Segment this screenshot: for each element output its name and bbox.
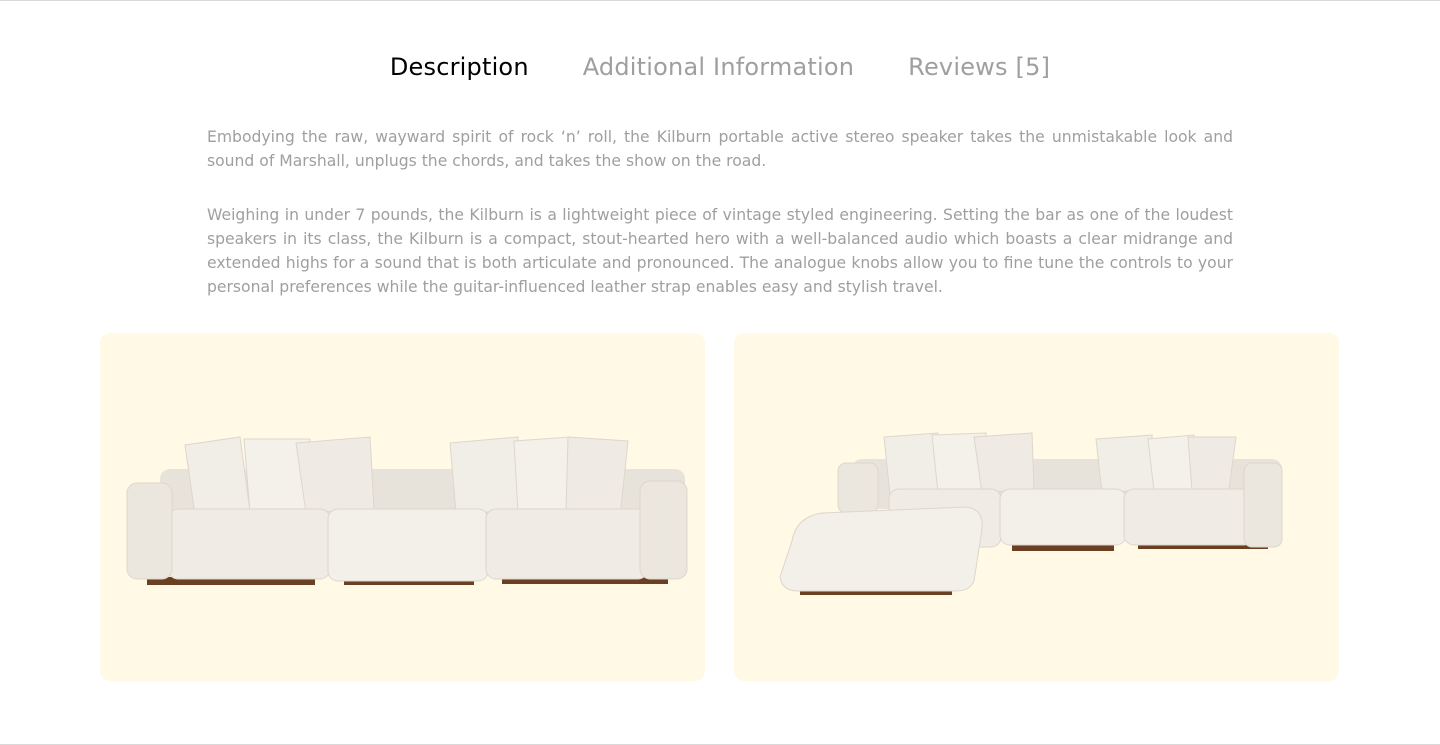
tab-description[interactable]: Description [390, 51, 529, 83]
description-paragraph-1: Embodying the raw, wayward spirit of roc… [207, 128, 1233, 170]
product-gallery [100, 333, 1339, 681]
gallery-card-1[interactable] [100, 333, 705, 681]
description-paragraph-2: Weighing in under 7 pounds, the Kilburn … [207, 206, 1233, 296]
sofa-sectional-image [779, 432, 1283, 595]
gallery-card-2[interactable] [734, 333, 1339, 681]
tab-reviews[interactable]: Reviews [5] [908, 51, 1050, 83]
sofa-straight-image [126, 436, 688, 585]
product-tabs: Description Additional Information Revie… [0, 51, 1440, 83]
tab-additional-information[interactable]: Additional Information [583, 51, 854, 83]
description-panel: Embodying the raw, wayward spirit of roc… [207, 125, 1233, 329]
